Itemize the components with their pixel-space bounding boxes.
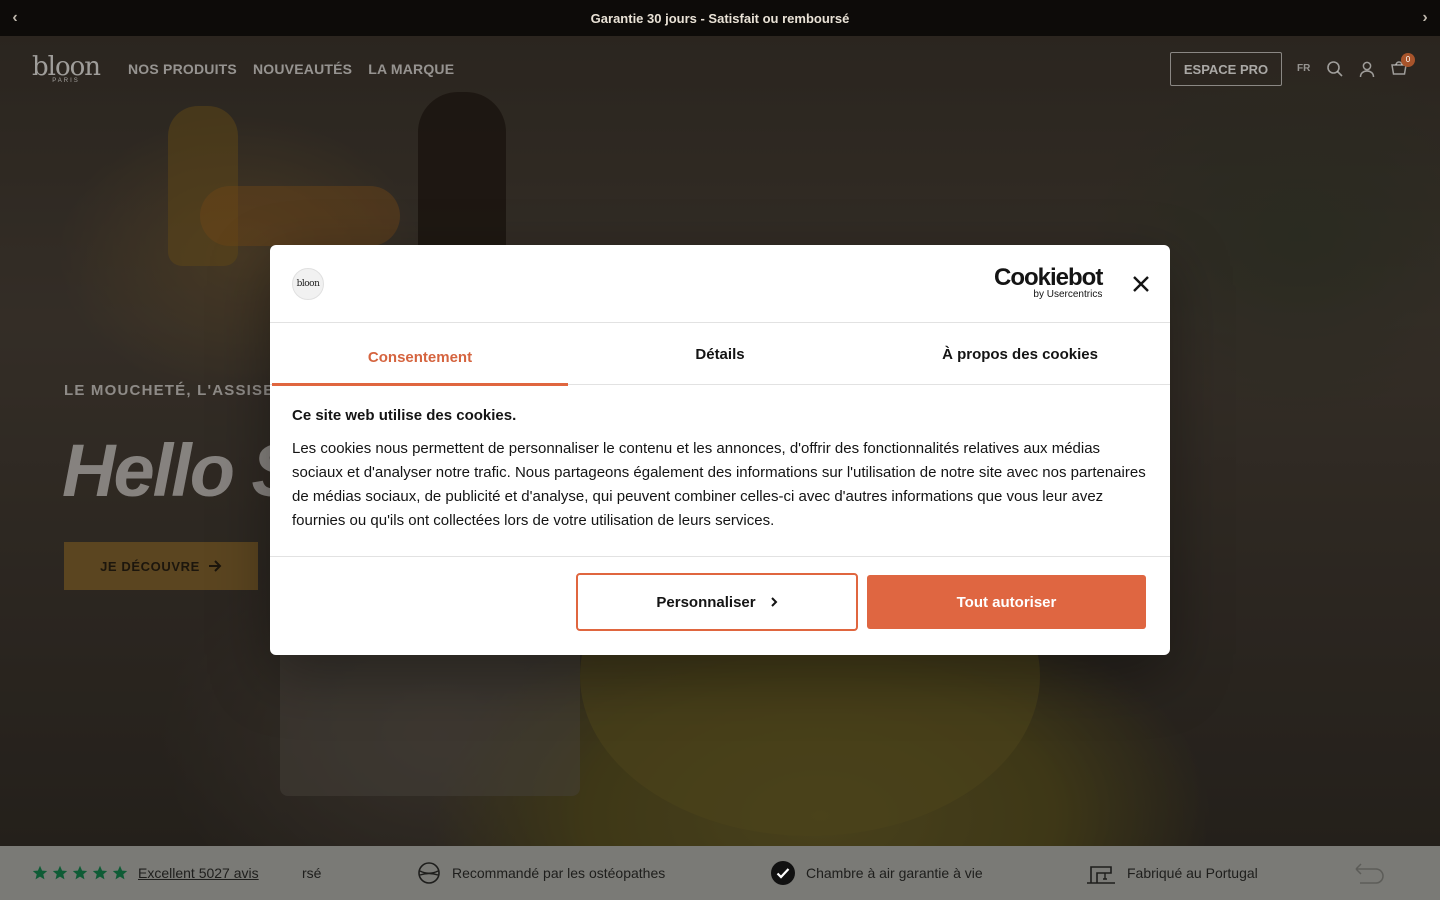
chevron-right-icon bbox=[770, 597, 778, 607]
search-icon[interactable] bbox=[1326, 60, 1344, 78]
star-icon bbox=[52, 865, 68, 880]
sewing-machine-icon bbox=[1087, 866, 1115, 884]
strip-item-return bbox=[1352, 846, 1386, 900]
hero-headline: Hello S bbox=[62, 429, 301, 512]
return-icon bbox=[1355, 863, 1384, 884]
strip-faded-text: rsé bbox=[302, 865, 322, 881]
account-icon[interactable] bbox=[1358, 60, 1376, 78]
tab-about-cookies[interactable]: À propos des cookies bbox=[870, 323, 1170, 385]
language-switch[interactable]: FR bbox=[1297, 63, 1310, 74]
cookiebot-logo[interactable]: Cookiebot by Usercentrics bbox=[994, 264, 1103, 301]
consent-description: Les cookies nous permettent de personnal… bbox=[292, 440, 1146, 529]
chevron-left-icon[interactable]: ‹ bbox=[6, 9, 24, 27]
chevron-right-icon[interactable]: › bbox=[1416, 9, 1434, 27]
strip-item-label: Chambre à air garantie à vie bbox=[806, 865, 983, 881]
strip-item-label: Fabriqué au Portugal bbox=[1127, 865, 1258, 881]
reassurance-strip: Excellent 5027 avis rsé Recommandé par l… bbox=[0, 846, 1440, 900]
star-icon bbox=[112, 865, 128, 880]
customize-button[interactable]: Personnaliser bbox=[576, 573, 858, 631]
cart-count-badge: 0 bbox=[1401, 53, 1415, 67]
reviews-link[interactable]: Excellent 5027 avis bbox=[138, 865, 259, 881]
osteopath-icon bbox=[418, 862, 440, 884]
tab-details[interactable]: Détails bbox=[570, 323, 870, 385]
dialog-header: bloon Cookiebot by Usercentrics bbox=[270, 245, 1170, 323]
main-nav: NOS PRODUITS NOUVEAUTÉS LA MARQUE bbox=[128, 61, 454, 77]
hero-eyebrow: LE MOUCHETÉ, L'ASSISE DE bbox=[64, 382, 304, 399]
consent-heading: Ce site web utilise des cookies. bbox=[292, 407, 517, 424]
hero-cta-button[interactable]: JE DÉCOUVRE bbox=[64, 542, 258, 590]
nav-item-brand[interactable]: LA MARQUE bbox=[368, 61, 454, 77]
star-icon bbox=[92, 865, 108, 880]
tab-consent[interactable]: Consentement bbox=[270, 323, 570, 386]
strip-item-osteo: Recommandé par les ostéopathes bbox=[416, 846, 665, 900]
pro-space-button[interactable]: ESPACE PRO bbox=[1170, 52, 1282, 86]
check-circle-icon bbox=[771, 861, 795, 885]
announcement-text: Garantie 30 jours - Satisfait ou rembour… bbox=[590, 10, 850, 26]
nav-item-new[interactable]: NOUVEAUTÉS bbox=[253, 61, 352, 77]
star-icon bbox=[72, 865, 88, 880]
star-icon bbox=[32, 865, 48, 880]
cookiebot-logo-text: Cookiebot bbox=[994, 264, 1103, 291]
strip-item-warranty: Chambre à air garantie à vie bbox=[770, 846, 983, 900]
strip-item-label: Recommandé par les ostéopathes bbox=[452, 865, 666, 881]
dialog-tabs: Consentement Détails À propos des cookie… bbox=[270, 323, 1170, 386]
customize-label: Personnaliser bbox=[656, 593, 756, 611]
site-header: bloon PARIS NOS PRODUITS NOUVEAUTÉS LA M… bbox=[0, 36, 1440, 104]
announcement-bar: ‹ Garantie 30 jours - Satisfait ou rembo… bbox=[0, 0, 1440, 36]
rating-stars bbox=[32, 865, 128, 881]
cookie-consent-dialog: bloon Cookiebot by Usercentrics Consente… bbox=[270, 245, 1170, 655]
close-icon[interactable] bbox=[1130, 273, 1152, 295]
arrow-right-icon bbox=[208, 560, 222, 572]
allow-all-button[interactable]: Tout autoriser bbox=[867, 575, 1146, 629]
brand-logo: bloon bbox=[292, 268, 324, 300]
consent-body: Ce site web utilise des cookies. Les coo… bbox=[292, 407, 1148, 533]
rating-item: Excellent 5027 avis bbox=[32, 846, 259, 900]
hero-cta-label: JE DÉCOUVRE bbox=[100, 558, 200, 574]
strip-item-portugal: Fabriqué au Portugal bbox=[1085, 846, 1258, 900]
site-logo[interactable]: bloon PARIS bbox=[32, 52, 101, 84]
nav-item-products[interactable]: NOS PRODUITS bbox=[128, 61, 237, 77]
dialog-footer: Personnaliser Tout autoriser bbox=[270, 556, 1170, 655]
